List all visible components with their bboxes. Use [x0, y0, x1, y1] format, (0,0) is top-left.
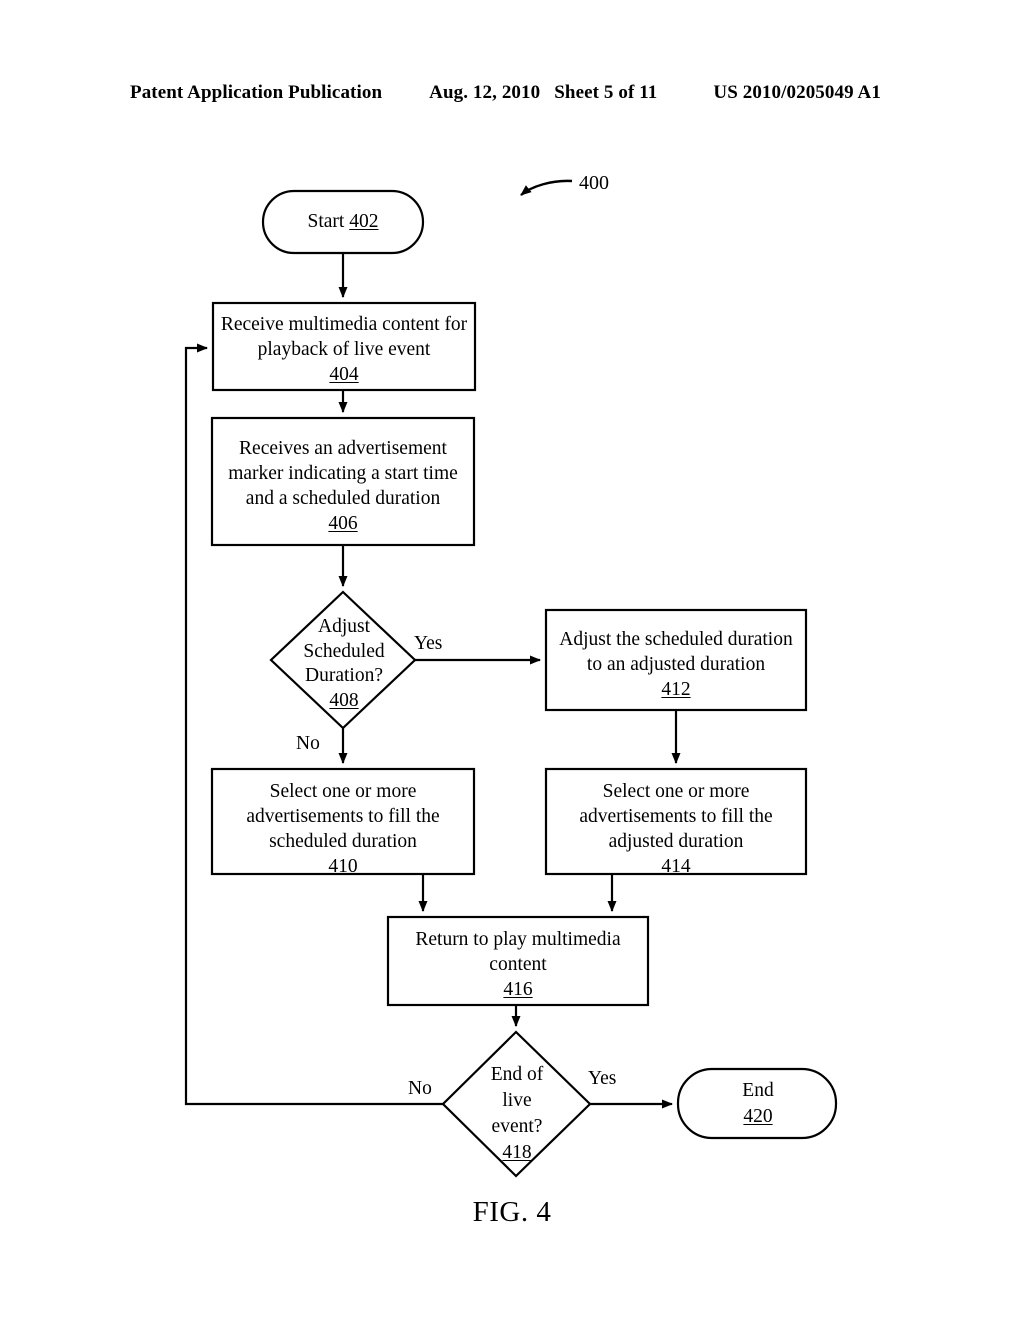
edge-label-no-408: No [296, 733, 320, 754]
node-410-shape [210, 767, 476, 876]
flowchart-figure: Start 402 Receive multimedia content for… [0, 0, 1024, 1320]
node-end-shape [676, 1067, 838, 1140]
node-404-shape [211, 301, 477, 392]
node-start-shape [261, 189, 425, 255]
node-406-shape [210, 416, 476, 547]
ref-400-leader [520, 179, 573, 196]
node-408-shape [269, 590, 417, 730]
node-412-shape [544, 608, 808, 712]
edge-label-yes-418: Yes [588, 1068, 617, 1089]
edge-label-yes-408: Yes [414, 633, 443, 654]
figure-reference-numeral: 400 [579, 172, 609, 194]
node-414-shape [544, 767, 808, 876]
node-418-shape [441, 1030, 592, 1178]
figure-caption: FIG. 4 [472, 1196, 552, 1228]
flowchart-svg [184, 179, 838, 1178]
node-416-shape [386, 915, 650, 1007]
edge-label-no-418: No [408, 1078, 432, 1099]
